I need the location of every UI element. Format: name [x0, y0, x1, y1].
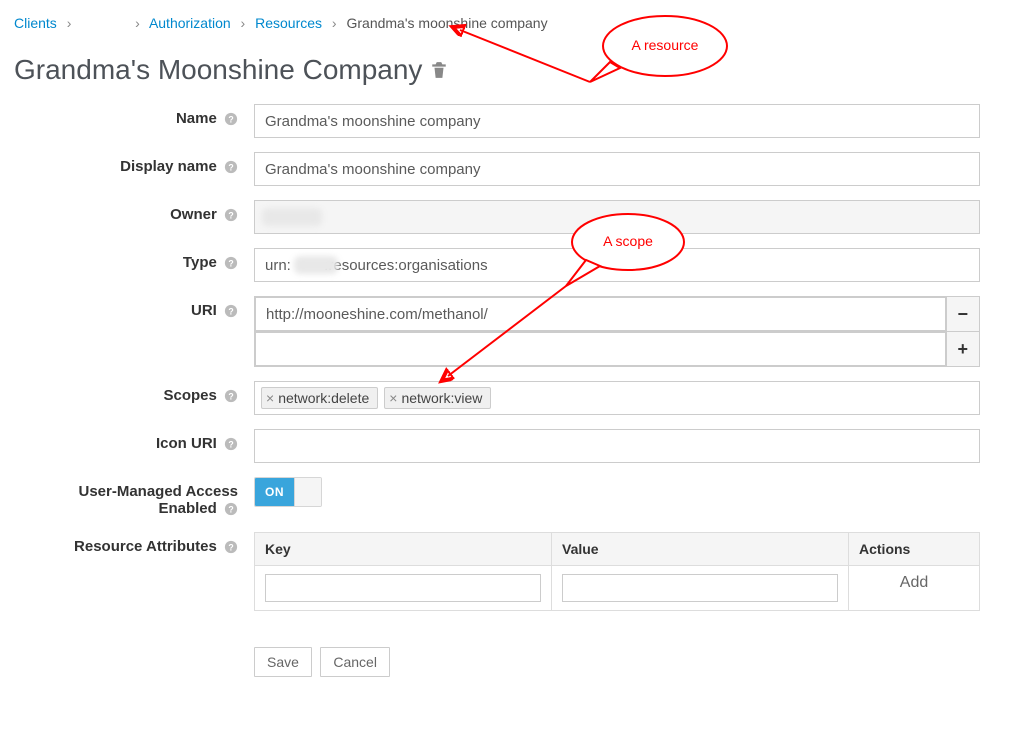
cancel-button[interactable]: Cancel [320, 647, 390, 677]
svg-text:?: ? [228, 211, 233, 221]
remove-tag-icon[interactable]: × [389, 390, 397, 406]
help-icon[interactable]: ? [224, 158, 238, 176]
help-icon[interactable]: ? [224, 110, 238, 128]
page-title: Grandma's Moonshine Company [14, 54, 422, 86]
help-icon[interactable]: ? [224, 254, 238, 272]
breadcrumb-resources[interactable]: Resources [255, 15, 322, 31]
breadcrumb: Clients › › Authorization › Resources › … [14, 14, 980, 32]
uri-group: − + [254, 296, 980, 367]
svg-text:?: ? [228, 505, 233, 515]
breadcrumb-clients[interactable]: Clients [14, 15, 57, 31]
breadcrumb-client-id[interactable] [81, 14, 125, 32]
attr-key-input[interactable] [265, 574, 541, 602]
chevron-right-icon: › [135, 15, 140, 31]
type-input[interactable] [254, 248, 980, 282]
attr-value-input[interactable] [562, 574, 838, 602]
chevron-right-icon: › [67, 15, 72, 31]
svg-text:?: ? [228, 543, 233, 553]
svg-text:A scope: A scope [603, 233, 653, 249]
svg-text:?: ? [228, 392, 233, 402]
icon-uri-input[interactable] [254, 429, 980, 463]
remove-tag-icon[interactable]: × [266, 390, 274, 406]
help-icon[interactable]: ? [224, 387, 238, 405]
chevron-right-icon: › [332, 15, 337, 31]
help-icon[interactable]: ? [224, 302, 238, 320]
label-display-name: Display name [120, 158, 217, 175]
name-input[interactable] [254, 104, 980, 138]
attributes-table: Key Value Actions Add [254, 532, 980, 611]
th-value: Value [552, 533, 849, 566]
help-icon[interactable]: ? [224, 500, 238, 518]
label-owner: Owner [170, 206, 217, 223]
svg-text:?: ? [228, 115, 233, 125]
scope-tag[interactable]: ×network:delete [261, 387, 378, 409]
uri-input-empty[interactable] [255, 332, 946, 366]
label-scopes: Scopes [163, 387, 216, 404]
attr-add-button[interactable]: Add [900, 574, 928, 591]
uma-toggle[interactable]: ON [254, 477, 322, 507]
toggle-on-label: ON [255, 478, 294, 506]
uri-remove-button[interactable]: − [946, 297, 979, 331]
toggle-knob [294, 478, 321, 506]
scopes-input[interactable]: ×network:delete ×network:view [254, 381, 980, 415]
label-uma-line2: Enabled [158, 500, 216, 517]
label-uri: URI [191, 302, 217, 319]
svg-text:?: ? [228, 163, 233, 173]
svg-text:A resource: A resource [632, 37, 699, 53]
uri-input[interactable] [255, 297, 946, 331]
svg-text:?: ? [228, 440, 233, 450]
chevron-right-icon: › [241, 15, 246, 31]
breadcrumb-current: Grandma's moonshine company [346, 15, 547, 31]
trash-icon[interactable] [430, 61, 448, 79]
table-row: Add [255, 566, 980, 611]
help-icon[interactable]: ? [224, 538, 238, 556]
label-uma-line1: User-Managed Access [78, 483, 238, 500]
scope-tag[interactable]: ×network:view [384, 387, 491, 409]
uri-add-button[interactable]: + [946, 332, 979, 366]
svg-text:?: ? [228, 259, 233, 269]
help-icon[interactable]: ? [224, 206, 238, 224]
label-icon-uri: Icon URI [156, 435, 217, 452]
save-button[interactable]: Save [254, 647, 312, 677]
th-actions: Actions [849, 533, 980, 566]
label-name: Name [176, 110, 217, 127]
scope-tag-label: network:delete [278, 390, 369, 406]
owner-field [254, 200, 980, 234]
label-type: Type [183, 254, 217, 271]
label-attributes: Resource Attributes [74, 538, 217, 555]
display-name-input[interactable] [254, 152, 980, 186]
breadcrumb-authorization[interactable]: Authorization [149, 15, 231, 31]
th-key: Key [255, 533, 552, 566]
svg-text:?: ? [228, 307, 233, 317]
help-icon[interactable]: ? [224, 435, 238, 453]
scope-tag-label: network:view [401, 390, 482, 406]
